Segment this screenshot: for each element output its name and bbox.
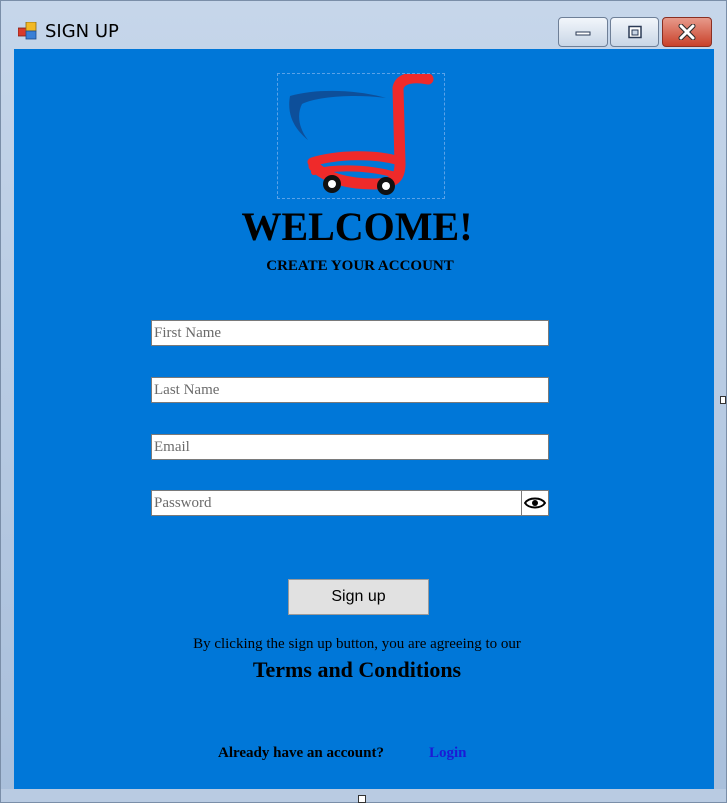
welcome-heading: WELCOME! [241, 204, 473, 249]
close-icon [678, 24, 696, 40]
terms-note: By clicking the sign up button, you are … [193, 636, 521, 652]
window-title: SIGN UP [45, 21, 119, 42]
eye-icon [524, 497, 546, 509]
app-icon [18, 22, 37, 40]
minimize-icon [575, 31, 591, 36]
show-password-button[interactable] [521, 490, 549, 516]
maximize-button[interactable] [610, 17, 659, 47]
logo [277, 72, 445, 199]
last-name-input[interactable] [151, 377, 549, 403]
signup-button[interactable]: Sign up [288, 579, 429, 615]
signup-window: SIGN UP WELCOME! CREATE YOUR ACCOUNT Fir… [0, 0, 727, 803]
terms-and-conditions-label[interactable]: Terms and Conditions [253, 657, 461, 682]
form-panel: WELCOME! CREATE YOUR ACCOUNT Sign up By … [14, 49, 714, 789]
title-bar[interactable]: SIGN UP [1, 1, 726, 47]
shopping-cart-icon [289, 72, 434, 195]
first-name-input[interactable] [151, 320, 549, 346]
minimize-button[interactable] [558, 17, 608, 47]
email-input[interactable] [151, 434, 549, 460]
resize-handle-right[interactable] [720, 396, 726, 404]
resize-handle-bottom[interactable] [358, 795, 366, 803]
create-account-subtitle: CREATE YOUR ACCOUNT [266, 258, 454, 274]
have-account-label: Already have an account? [218, 745, 384, 761]
password-input[interactable] [151, 490, 522, 516]
maximize-icon [627, 25, 642, 39]
login-link[interactable]: Login [429, 745, 467, 762]
close-button[interactable] [662, 17, 712, 47]
terms-and-conditions-link[interactable]: Terms and Conditions [14, 657, 700, 683]
